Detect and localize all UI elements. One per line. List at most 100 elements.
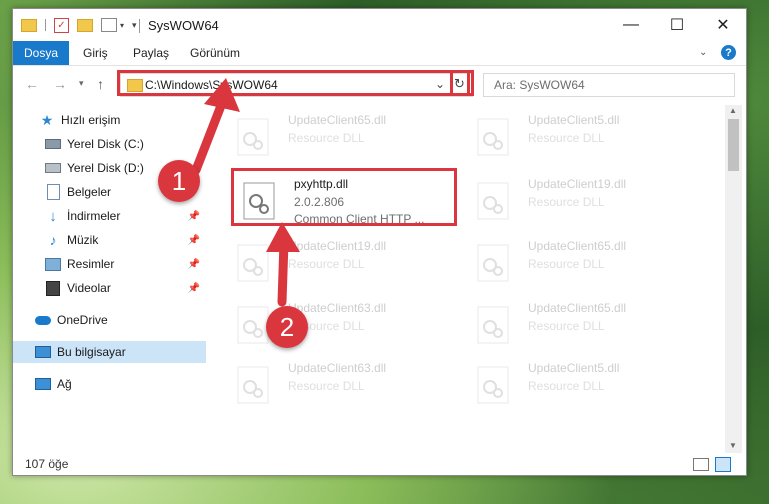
file-highlight-box <box>231 168 457 226</box>
dll-file-icon <box>477 118 509 156</box>
search-placeholder: Ara: SysWOW64 <box>494 78 585 92</box>
list-item[interactable]: UpdateClient5.dll Resource DLL <box>468 109 693 165</box>
maximize-button[interactable]: ☐ <box>654 9 700 41</box>
sidebar-item-label: Yerel Disk (D:) <box>67 161 144 175</box>
scroll-up-icon[interactable]: ▲ <box>729 106 737 115</box>
minimize-button[interactable]: — <box>608 9 654 41</box>
sidebar-item-label: İndirmeler <box>67 209 121 223</box>
help-icon[interactable]: ? <box>721 45 736 60</box>
list-item[interactable]: UpdateClient65.dll Resource DLL <box>468 235 693 291</box>
file-name: UpdateClient65.dll <box>528 301 627 315</box>
file-name: UpdateClient63.dll <box>288 361 387 375</box>
file-description: Resource DLL <box>528 195 605 209</box>
list-item[interactable]: UpdateClient63.dll Resource DLL <box>228 357 453 413</box>
vertical-scrollbar[interactable]: ▲ ▼ <box>725 105 742 453</box>
large-icons-view-icon[interactable] <box>715 457 731 472</box>
new-folder-icon[interactable] <box>77 18 93 32</box>
music-icon: ♪ <box>49 232 57 248</box>
navigation-pane: ★ Hızlı erişim Yerel Disk (C:) Yerel Dis… <box>13 105 208 455</box>
sidebar-item-this-pc[interactable]: Bu bilgisayar <box>13 341 206 363</box>
documents-icon <box>45 184 61 200</box>
recent-locations-icon[interactable]: ▾ <box>79 78 84 89</box>
sidebar-item-pictures[interactable]: Resimler 📌 <box>13 253 206 275</box>
pin-icon[interactable]: 📌 <box>188 283 200 294</box>
sidebar-item-drive-c[interactable]: Yerel Disk (C:) <box>13 133 206 155</box>
explorer-window: ✓ ▾ ▾ SysWOW64 — ☐ ✕ Dosya Giriş Paylaş … <box>12 8 747 476</box>
file-list: UpdateClient65.dll Resource DLL UpdateCl… <box>218 105 723 450</box>
computer-icon <box>35 344 51 360</box>
file-description: Resource DLL <box>288 379 365 393</box>
file-name: UpdateClient5.dll <box>528 113 620 127</box>
dll-file-icon <box>237 118 269 156</box>
dll-file-icon <box>477 244 509 282</box>
list-item[interactable]: UpdateClient19.dll Resource DLL <box>468 173 693 229</box>
list-item[interactable]: UpdateClient65.dll Resource DLL <box>468 297 693 353</box>
title-bar: ✓ ▾ ▾ SysWOW64 — ☐ ✕ <box>13 9 746 41</box>
sidebar-item-label: Ağ <box>57 377 72 391</box>
list-item[interactable]: UpdateClient5.dll Resource DLL <box>468 357 693 413</box>
sidebar-item-music[interactable]: ♪ Müzik 📌 <box>13 229 206 251</box>
scroll-down-icon[interactable]: ▼ <box>729 441 737 450</box>
close-button[interactable]: ✕ <box>700 9 746 41</box>
scrollbar-thumb[interactable] <box>728 119 739 171</box>
refresh-highlight-box <box>450 70 474 96</box>
up-arrow-icon[interactable]: ↑ <box>97 76 104 92</box>
customize-toolbar-icon[interactable]: ▾ <box>132 20 137 31</box>
view-options-icon[interactable] <box>101 18 117 32</box>
file-description: Resource DLL <box>528 319 605 333</box>
sidebar-item-label: Müzik <box>67 233 99 247</box>
pin-icon[interactable]: 📌 <box>188 211 200 222</box>
drive-icon <box>45 160 61 176</box>
sidebar-item-quick-access[interactable]: ★ Hızlı erişim <box>13 109 206 131</box>
sidebar-item-label: Hızlı erişim <box>61 113 121 127</box>
chevron-down-icon[interactable]: ▾ <box>120 21 124 30</box>
back-arrow-icon[interactable]: ← <box>25 76 39 92</box>
address-highlight-box <box>117 70 470 96</box>
sidebar-item-label: Yerel Disk (C:) <box>67 137 144 151</box>
network-icon <box>35 376 51 392</box>
list-item[interactable]: UpdateClient63.dll Resource DLL <box>228 297 453 353</box>
file-name: UpdateClient65.dll <box>288 113 387 127</box>
file-name: UpdateClient19.dll <box>288 239 387 253</box>
file-name: UpdateClient19.dll <box>528 177 627 191</box>
list-item[interactable]: UpdateClient65.dll Resource DLL <box>228 109 453 165</box>
file-name: UpdateClient5.dll <box>528 361 620 375</box>
status-bar: 107 öğe <box>13 453 746 475</box>
file-description: Resource DLL <box>528 257 605 271</box>
sidebar-item-label: OneDrive <box>57 313 108 327</box>
search-input[interactable]: Ara: SysWOW64 <box>483 73 735 97</box>
navigation-bar: ← → ▾ ↑ C:\Windows\SysWOW64 ⌄ ↻ Ara: Sys… <box>13 67 746 101</box>
sidebar-item-label: Videolar <box>67 281 111 295</box>
properties-icon[interactable]: ✓ <box>54 17 69 33</box>
tab-share[interactable]: Paylaş <box>133 41 169 65</box>
list-item[interactable]: UpdateClient19.dll Resource DLL <box>228 235 453 291</box>
pin-icon[interactable]: 📌 <box>188 259 200 270</box>
tab-home[interactable]: Giriş <box>83 41 108 65</box>
item-count: 107 öğe <box>25 457 69 471</box>
dll-file-icon <box>477 366 509 404</box>
dll-file-icon <box>477 306 509 344</box>
expand-ribbon-icon[interactable]: ⌄ <box>699 47 707 58</box>
quick-access-toolbar: ✓ ▾ ▾ <box>21 17 137 33</box>
sidebar-item-downloads[interactable]: ↓ İndirmeler 📌 <box>13 205 206 227</box>
ribbon-tabs: Dosya Giriş Paylaş Görünüm ⌄ ? <box>13 41 746 66</box>
details-view-icon[interactable] <box>693 458 709 471</box>
pictures-icon <box>45 256 61 272</box>
tab-file[interactable]: Dosya <box>13 41 69 65</box>
pin-icon[interactable]: 📌 <box>188 235 200 246</box>
tab-view[interactable]: Görünüm <box>190 41 240 65</box>
file-description: Resource DLL <box>288 257 365 271</box>
folder-icon[interactable] <box>21 18 37 32</box>
separator <box>45 19 46 31</box>
dll-file-icon <box>237 366 269 404</box>
sidebar-item-label: Resimler <box>67 257 115 271</box>
video-icon <box>45 280 61 296</box>
separator <box>139 19 140 33</box>
sidebar-item-network[interactable]: Ağ <box>13 373 206 395</box>
sidebar-item-onedrive[interactable]: OneDrive <box>13 309 206 331</box>
file-description: Resource DLL <box>528 131 605 145</box>
dll-file-icon <box>477 182 509 220</box>
forward-arrow-icon[interactable]: → <box>53 76 67 92</box>
sidebar-item-videos[interactable]: Videolar 📌 <box>13 277 206 299</box>
step-badge-2: 2 <box>266 306 308 348</box>
